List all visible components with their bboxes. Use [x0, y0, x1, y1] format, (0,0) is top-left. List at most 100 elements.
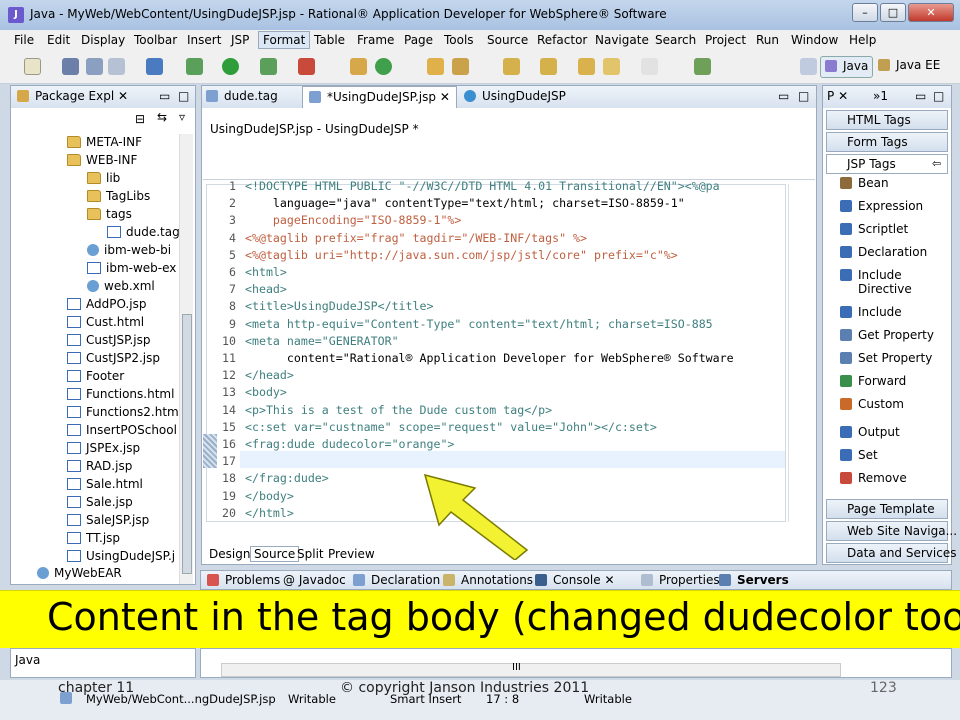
forward-icon[interactable] [641, 58, 658, 75]
code-line[interactable]: <%@taglib uri="http://java.sun.com/jsp/j… [245, 247, 785, 264]
minimize-button[interactable]: – [852, 3, 878, 22]
explorer-scrollbar[interactable] [179, 134, 193, 584]
tree-item[interactable]: META-INF [67, 133, 142, 151]
tree-item[interactable]: SaleJSP.jsp [67, 511, 149, 529]
menu-source[interactable]: Source [487, 33, 528, 47]
palette-tab[interactable]: P ✕ [827, 89, 848, 103]
menu-window[interactable]: Window [791, 33, 838, 47]
palette-item[interactable]: Declaration [840, 245, 956, 259]
next-annotation-icon[interactable] [503, 58, 520, 75]
tree-item[interactable]: WEB-INF [67, 151, 137, 169]
maximize-view-icon[interactable]: □ [178, 89, 189, 103]
palette-item[interactable]: Include Directive [840, 268, 956, 296]
tree-item[interactable]: CustJSP2.jsp [67, 349, 160, 367]
menu-display[interactable]: Display [81, 33, 125, 47]
debug-icon[interactable] [186, 58, 203, 75]
palette-item[interactable]: Get Property [840, 328, 956, 342]
code-line[interactable]: <html> [245, 264, 785, 281]
menu-navigate[interactable]: Navigate [595, 33, 649, 47]
palette-item[interactable]: Set [840, 448, 956, 462]
minimize-view-icon[interactable]: ▭ [159, 89, 170, 103]
save-icon[interactable] [62, 58, 79, 75]
palette-item[interactable]: Remove [840, 471, 956, 485]
menu-project[interactable]: Project [705, 33, 746, 47]
palette-item[interactable]: Include [840, 305, 956, 319]
explorer-scroll-thumb[interactable] [182, 314, 192, 574]
view-tab-javadoc[interactable]: @ Javadoc [283, 573, 346, 587]
menu-help[interactable]: Help [849, 33, 876, 47]
code-line[interactable]: <!DOCTYPE HTML PUBLIC "-//W3C//DTD HTML … [245, 178, 785, 195]
console-hscrollbar[interactable]: III [221, 662, 841, 677]
menu-file[interactable]: File [14, 33, 34, 47]
code-line[interactable]: <c:set var="custname" scope="request" va… [245, 419, 785, 436]
external-icon[interactable] [694, 58, 711, 75]
tree-item-myweb-ear[interactable]: MyWebEAR [37, 564, 122, 582]
code-line[interactable]: <%@taglib prefix="frag" tagdir="/WEB-INF… [245, 230, 785, 247]
drawer-pin-icon[interactable]: ⇦ [932, 157, 941, 170]
new-package-icon[interactable] [350, 58, 367, 75]
palette-item[interactable]: Custom [840, 397, 956, 411]
tree-item[interactable]: JSPEx.jsp [67, 439, 140, 457]
code-line[interactable]: <head> [245, 281, 785, 298]
tree-item[interactable]: CustJSP.jsp [67, 331, 150, 349]
java-perspective-button[interactable]: Java [820, 56, 874, 78]
deploy-icon[interactable] [146, 58, 163, 75]
print-icon[interactable] [108, 58, 125, 75]
code-line[interactable]: language="java" contentType="text/html; … [245, 195, 785, 212]
tab-split[interactable]: Split [294, 547, 327, 561]
drawer-data-and-services[interactable]: Data and Services [826, 543, 956, 563]
palette-item[interactable]: Set Property [840, 351, 956, 365]
menu-refactor[interactable]: Refactor [537, 33, 587, 47]
menu-insert[interactable]: Insert [187, 33, 221, 47]
last-edit-icon[interactable] [578, 58, 595, 75]
open-type-icon[interactable] [427, 58, 444, 75]
tree-item[interactable]: Footer [67, 367, 124, 385]
code-line[interactable]: content="Rational® Application Developer… [245, 350, 785, 367]
tree-item[interactable]: lib [87, 169, 120, 187]
package-explorer-tab[interactable]: Package Expl ✕ [17, 89, 128, 103]
profile-icon[interactable] [298, 58, 315, 75]
new-class-icon[interactable] [375, 58, 392, 75]
palette-item[interactable]: Bean [840, 176, 956, 190]
maximize-button[interactable]: □ [880, 3, 906, 22]
open-perspective-icon[interactable] [800, 58, 817, 75]
tree-item[interactable]: TT.jsp [67, 529, 120, 547]
close-icon[interactable]: ✕ [440, 90, 450, 104]
search-tool-icon[interactable] [452, 58, 469, 75]
maximize-editor-icon[interactable]: □ [798, 89, 809, 103]
tab-source[interactable]: Source [250, 546, 300, 562]
more-views-icon[interactable]: »1 [873, 89, 888, 103]
menu-format[interactable]: Format [258, 31, 311, 49]
tree-item[interactable]: UsingDudeJSP.j [67, 547, 175, 565]
prev-annotation-icon[interactable] [540, 58, 557, 75]
menu-search[interactable]: Search [655, 33, 696, 47]
tree-item[interactable]: Functions.html [67, 385, 174, 403]
collapse-all-icon[interactable]: ⊟ [135, 112, 145, 126]
tree-item[interactable]: ibm-web-bi [87, 241, 171, 259]
view-menu-icon[interactable]: ▿ [179, 110, 185, 124]
drawer-html-tags[interactable]: HTML Tags [826, 110, 948, 130]
tab-preview[interactable]: Preview [325, 547, 378, 561]
editor-tab-dude-tag[interactable]: dude.tag [206, 89, 278, 103]
code-line[interactable]: <title>UsingDudeJSP</title> [245, 298, 785, 315]
menu-frame[interactable]: Frame [357, 33, 394, 47]
new-icon[interactable] [24, 58, 41, 75]
javaee-perspective-button[interactable]: Java EE [874, 56, 944, 78]
view-tab-servers[interactable]: Servers [719, 573, 789, 587]
palette-item[interactable]: Expression [840, 199, 956, 213]
drawer-jsp-tags[interactable]: JSP Tags [826, 154, 948, 174]
code-line[interactable]: pageEncoding="ISO-8859-1"%> [245, 212, 785, 229]
palette-item[interactable]: Scriptlet [840, 222, 956, 236]
tree-item[interactable]: Sale.jsp [67, 493, 133, 511]
close-icon[interactable]: ✕ [838, 89, 848, 103]
view-tab-declaration[interactable]: Declaration [353, 573, 440, 587]
palette-item[interactable]: Forward [840, 374, 956, 388]
view-tab-problems[interactable]: Problems [207, 573, 280, 587]
menu-page[interactable]: Page [404, 33, 433, 47]
tree-item[interactable]: dude.tag [107, 223, 180, 241]
view-tab-annotations[interactable]: Annotations [443, 573, 533, 587]
run-ext-icon[interactable] [260, 58, 277, 75]
view-tab-properties[interactable]: Properties [641, 573, 720, 587]
minimize-palette-icon[interactable]: ▭ [915, 89, 926, 103]
palette-item[interactable]: Output [840, 425, 956, 439]
